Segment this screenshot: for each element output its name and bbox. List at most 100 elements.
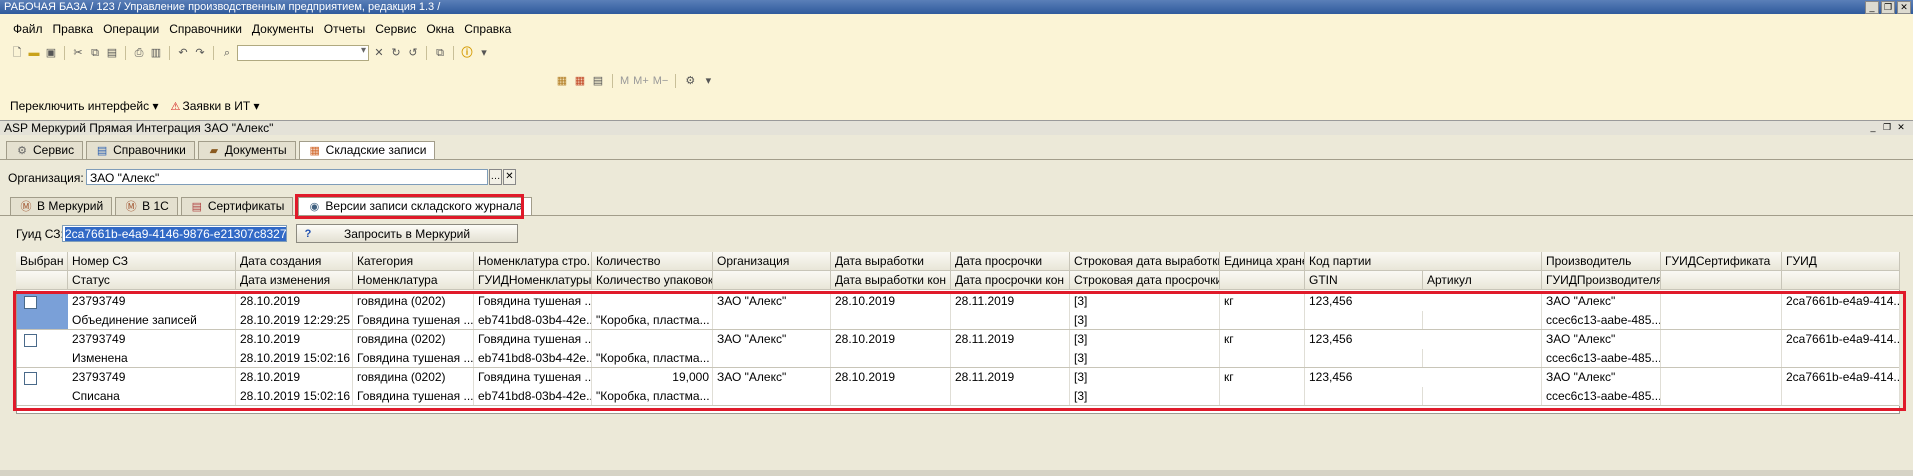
close-icon[interactable]: ✕: [1897, 1, 1911, 14]
tools-icon[interactable]: ⚙: [683, 74, 697, 88]
info-icon[interactable]: ⓘ: [460, 46, 474, 60]
calendar-icon[interactable]: ▦: [573, 74, 587, 88]
it-requests-button[interactable]: ⚠ Заявки в ИТ ▾: [168, 99, 260, 114]
tab-to-1c[interactable]: Ⓜ В 1С: [115, 197, 178, 215]
request-button-label: Запросить в Меркурий: [343, 227, 471, 241]
windows-icon[interactable]: ⧉: [433, 46, 447, 60]
chevron-down-icon[interactable]: ▾: [701, 74, 715, 88]
column-header[interactable]: Номенклатура стро...: [474, 252, 592, 271]
column-header[interactable]: Производитель: [1542, 252, 1661, 271]
column-header[interactable]: Категория: [353, 252, 474, 271]
column-header[interactable]: Дата создания: [236, 252, 353, 271]
gear-icon: ⚙: [17, 144, 27, 157]
toolbar-separator: [675, 74, 677, 88]
column-header[interactable]: Статус: [68, 271, 236, 290]
search-icon[interactable]: ⌕: [220, 46, 234, 60]
clear-search-icon[interactable]: ✕: [372, 46, 386, 60]
column-header[interactable]: Номер СЗ: [68, 252, 236, 271]
tab-warehouse-records[interactable]: ▦ Складские записи: [298, 141, 436, 159]
column-header[interactable]: [16, 271, 68, 290]
preview-icon[interactable]: ▥: [149, 46, 163, 60]
column-header[interactable]: Дата выработки кон: [831, 271, 951, 290]
window-controls: _ ❐ ✕: [1865, 1, 1911, 14]
table-icon[interactable]: ▦: [555, 74, 569, 88]
toolbar-separator: [125, 46, 126, 60]
column-header[interactable]: ГУИД: [1782, 252, 1900, 271]
1c-icon: Ⓜ: [125, 200, 137, 213]
column-header[interactable]: [1220, 271, 1305, 290]
calculator-icon[interactable]: ▤: [591, 74, 605, 88]
guid-field[interactable]: 2ca7661b-e4a9-4146-9876-e21307c8327f: [62, 225, 287, 242]
column-header[interactable]: Дата выработки: [831, 252, 951, 271]
question-icon: ?: [304, 228, 312, 240]
org-field[interactable]: ЗАО "Алекс": [86, 169, 488, 185]
column-header[interactable]: [1782, 271, 1900, 290]
menu-file[interactable]: Файл: [8, 20, 48, 38]
column-header[interactable]: ГУИДНоменклатуры: [474, 271, 592, 290]
clear-org-button[interactable]: ✕: [503, 169, 516, 185]
main-toolbar: 🗋 ▬ ▣ ✂ ⧉ ▤ ⎙ ▥ ↶ ↷ ⌕ ✕ ↻ ↺ ⧉ ⓘ ▾: [10, 44, 491, 62]
copy-icon[interactable]: ⧉: [88, 46, 102, 60]
find-next-icon[interactable]: ↻: [389, 46, 403, 60]
column-header[interactable]: Номенклатура: [353, 271, 474, 290]
switch-interface-button[interactable]: Переключить интерфейс ▾: [10, 99, 158, 113]
paste-icon[interactable]: ▤: [105, 46, 119, 60]
find-prev-icon[interactable]: ↺: [406, 46, 420, 60]
search-combo[interactable]: [237, 45, 369, 61]
memory-plus-icon[interactable]: M+: [633, 74, 649, 88]
column-header[interactable]: GTIN: [1305, 271, 1423, 290]
undo-icon[interactable]: ↶: [176, 46, 190, 60]
minimize-icon[interactable]: _: [1865, 1, 1879, 14]
column-header[interactable]: Строковая дата выработки: [1070, 252, 1220, 271]
column-header[interactable]: [1661, 271, 1782, 290]
highlight-frame: [295, 194, 524, 219]
column-header[interactable]: Дата просрочки: [951, 252, 1070, 271]
menu-windows[interactable]: Окна: [421, 20, 459, 38]
column-header[interactable]: Количество: [592, 252, 713, 271]
memory-minus-icon[interactable]: M−: [653, 74, 669, 88]
chevron-down-icon[interactable]: ▾: [477, 46, 491, 60]
menu-documents[interactable]: Документы: [247, 20, 319, 38]
tab-service[interactable]: ⚙ Сервис: [6, 141, 84, 159]
column-header[interactable]: Количество упаковок: [592, 271, 713, 290]
menu-operations[interactable]: Операции: [98, 20, 164, 38]
select-org-button[interactable]: …: [489, 169, 502, 185]
close-icon[interactable]: ✕: [1895, 122, 1907, 133]
menu-reports[interactable]: Отчеты: [319, 20, 370, 38]
restore-icon[interactable]: ❐: [1881, 1, 1895, 14]
column-header[interactable]: ГУИДСертификата: [1661, 252, 1782, 271]
tab-divider: [0, 159, 1913, 160]
save-icon[interactable]: ▣: [44, 46, 58, 60]
column-header[interactable]: Код партии: [1305, 252, 1542, 271]
column-header[interactable]: Единица хранения: [1220, 252, 1305, 271]
certificate-icon: ▤: [191, 200, 203, 213]
menu-service[interactable]: Сервис: [370, 20, 421, 38]
tab-certificates[interactable]: ▤ Сертификаты: [180, 197, 294, 215]
column-header[interactable]: Артикул: [1423, 271, 1542, 290]
column-header[interactable]: Выбран: [16, 252, 68, 271]
print-icon[interactable]: ⎙: [132, 46, 146, 60]
request-mercury-button[interactable]: ? Запросить в Меркурий: [296, 224, 518, 243]
open-folder-icon[interactable]: ▬: [27, 46, 41, 60]
column-header[interactable]: Дата просрочки кон: [951, 271, 1070, 290]
column-header[interactable]: Организация: [713, 252, 831, 271]
column-header[interactable]: Дата изменения: [236, 271, 353, 290]
column-header[interactable]: Строковая дата просрочки: [1070, 271, 1220, 290]
main-tabs: ⚙ Сервис ▤ Справочники ▰ Документы ▦ Складск…: [6, 141, 436, 159]
restore-icon[interactable]: ❐: [1881, 122, 1893, 133]
minimize-icon[interactable]: _: [1867, 122, 1879, 133]
cut-icon[interactable]: ✂: [71, 46, 85, 60]
menu-edit[interactable]: Правка: [48, 20, 99, 38]
tab-to-mercury[interactable]: Ⓜ В Меркурий: [10, 197, 113, 215]
new-document-icon[interactable]: 🗋: [10, 46, 24, 60]
tab-catalogs[interactable]: ▤ Справочники: [86, 141, 195, 159]
memory-m-icon[interactable]: M: [620, 74, 629, 88]
menu-catalogs[interactable]: Справочники: [164, 20, 247, 38]
column-header[interactable]: [713, 271, 831, 290]
menu-help[interactable]: Справка: [459, 20, 516, 38]
status-bar: [0, 470, 1913, 476]
tab-documents[interactable]: ▰ Документы: [197, 141, 296, 159]
redo-icon[interactable]: ↷: [193, 46, 207, 60]
column-header[interactable]: ГУИДПроизводителя: [1542, 271, 1661, 290]
warehouse-icon: ▦: [309, 144, 320, 157]
